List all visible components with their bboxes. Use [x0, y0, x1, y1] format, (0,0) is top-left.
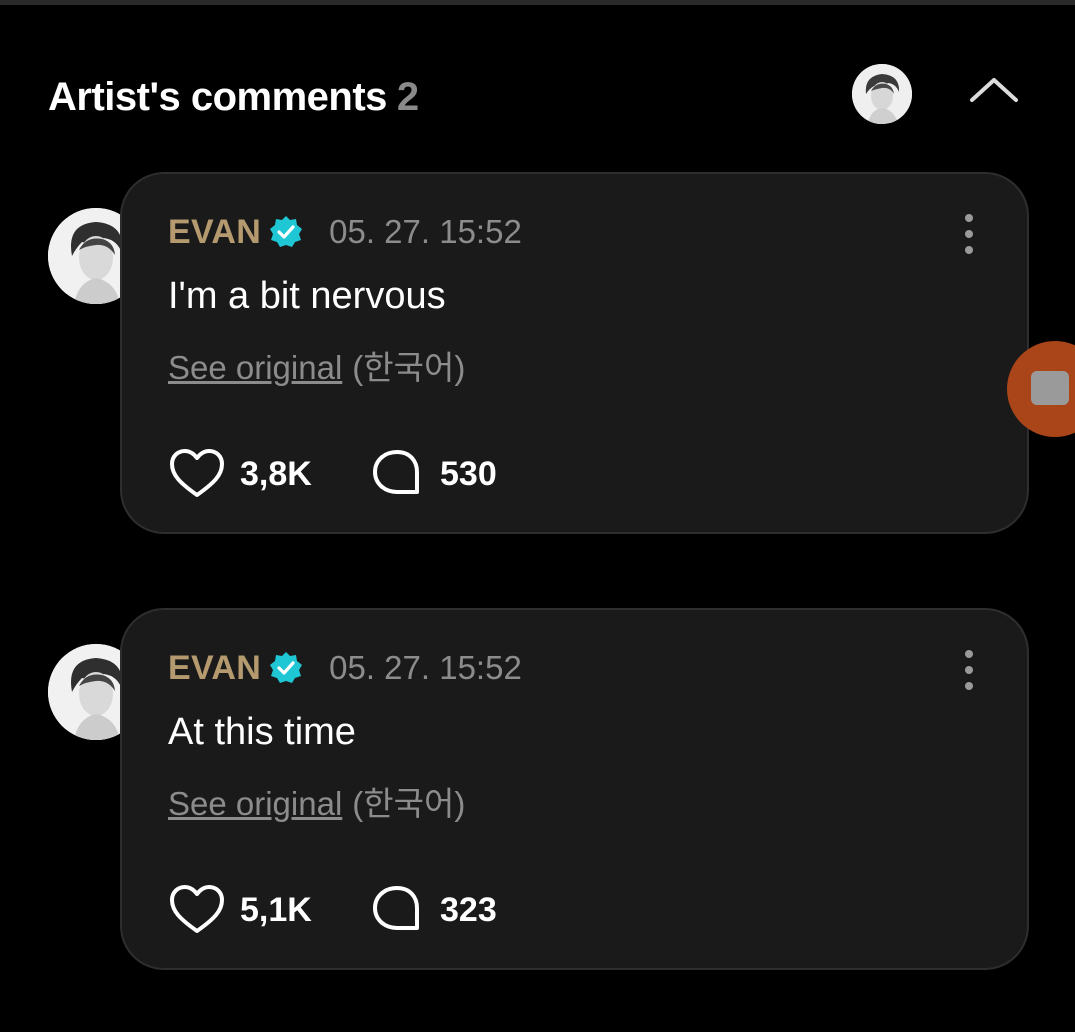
- like-count: 3,8K: [240, 454, 312, 493]
- comment-actions: 5,1K 323: [168, 882, 497, 938]
- comment-text: At this time: [168, 711, 356, 753]
- verified-badge-icon: [270, 216, 303, 247]
- translation-info: See original (한국어): [168, 348, 465, 388]
- comment-timestamp: 05. 27. 15:52: [329, 649, 522, 686]
- comment-item: EVAN 05. 27. 15:52 I'm a bit nervous See…: [48, 172, 1033, 536]
- more-vertical-icon: [965, 214, 973, 254]
- comment-timestamp: 05. 27. 15:52: [329, 213, 522, 250]
- reply-button[interactable]: 323: [368, 883, 497, 937]
- heart-icon: [170, 885, 224, 933]
- comment-text: I'm a bit nervous: [168, 275, 446, 317]
- verified-badge-icon: [270, 652, 303, 683]
- reply-button[interactable]: 530: [368, 447, 497, 501]
- comment-card: EVAN 05. 27. 15:52 I'm a bit nervous See…: [120, 172, 1029, 534]
- stop-icon: [1031, 371, 1069, 405]
- author-name[interactable]: EVAN: [168, 649, 261, 688]
- header-artist-avatar[interactable]: [852, 64, 912, 124]
- comment-meta: EVAN 05. 27. 15:52: [168, 212, 522, 252]
- artist-avatar-image: [852, 64, 912, 124]
- comment-card: EVAN 05. 27. 15:52 At this time See orig…: [120, 608, 1029, 970]
- chevron-up-icon: [970, 78, 1018, 102]
- like-button[interactable]: 3,8K: [168, 447, 368, 501]
- like-count: 5,1K: [240, 890, 312, 929]
- translation-info: See original (한국어): [168, 784, 465, 824]
- artist-comments-page: Artist's comments 2 EVAN 05. 27. 15:52 I…: [0, 0, 1075, 1032]
- top-divider: [0, 0, 1075, 5]
- collapse-button[interactable]: [966, 70, 1022, 114]
- reply-count: 530: [440, 454, 497, 493]
- original-language: (한국어): [352, 349, 466, 386]
- author-name[interactable]: EVAN: [168, 213, 261, 252]
- more-options-button[interactable]: [957, 212, 981, 256]
- like-button[interactable]: 5,1K: [168, 883, 368, 937]
- heart-icon: [170, 449, 224, 497]
- comments-header: Artist's comments 2: [48, 64, 1028, 124]
- comment-item: EVAN 05. 27. 15:52 At this time See orig…: [48, 608, 1033, 972]
- see-original-link[interactable]: See original: [168, 785, 342, 822]
- see-original-link[interactable]: See original: [168, 349, 342, 386]
- more-options-button[interactable]: [957, 648, 981, 692]
- comment-actions: 3,8K 530: [168, 446, 497, 502]
- header-title: Artist's comments 2: [48, 72, 419, 122]
- comment-meta: EVAN 05. 27. 15:52: [168, 648, 522, 688]
- header-title-text: Artist's comments: [48, 75, 387, 119]
- comment-bubble-icon: [373, 450, 419, 494]
- reply-count: 323: [440, 890, 497, 929]
- comment-bubble-icon: [373, 886, 419, 930]
- original-language: (한국어): [352, 785, 466, 822]
- comment-count: 2: [396, 75, 419, 119]
- more-vertical-icon: [965, 650, 973, 690]
